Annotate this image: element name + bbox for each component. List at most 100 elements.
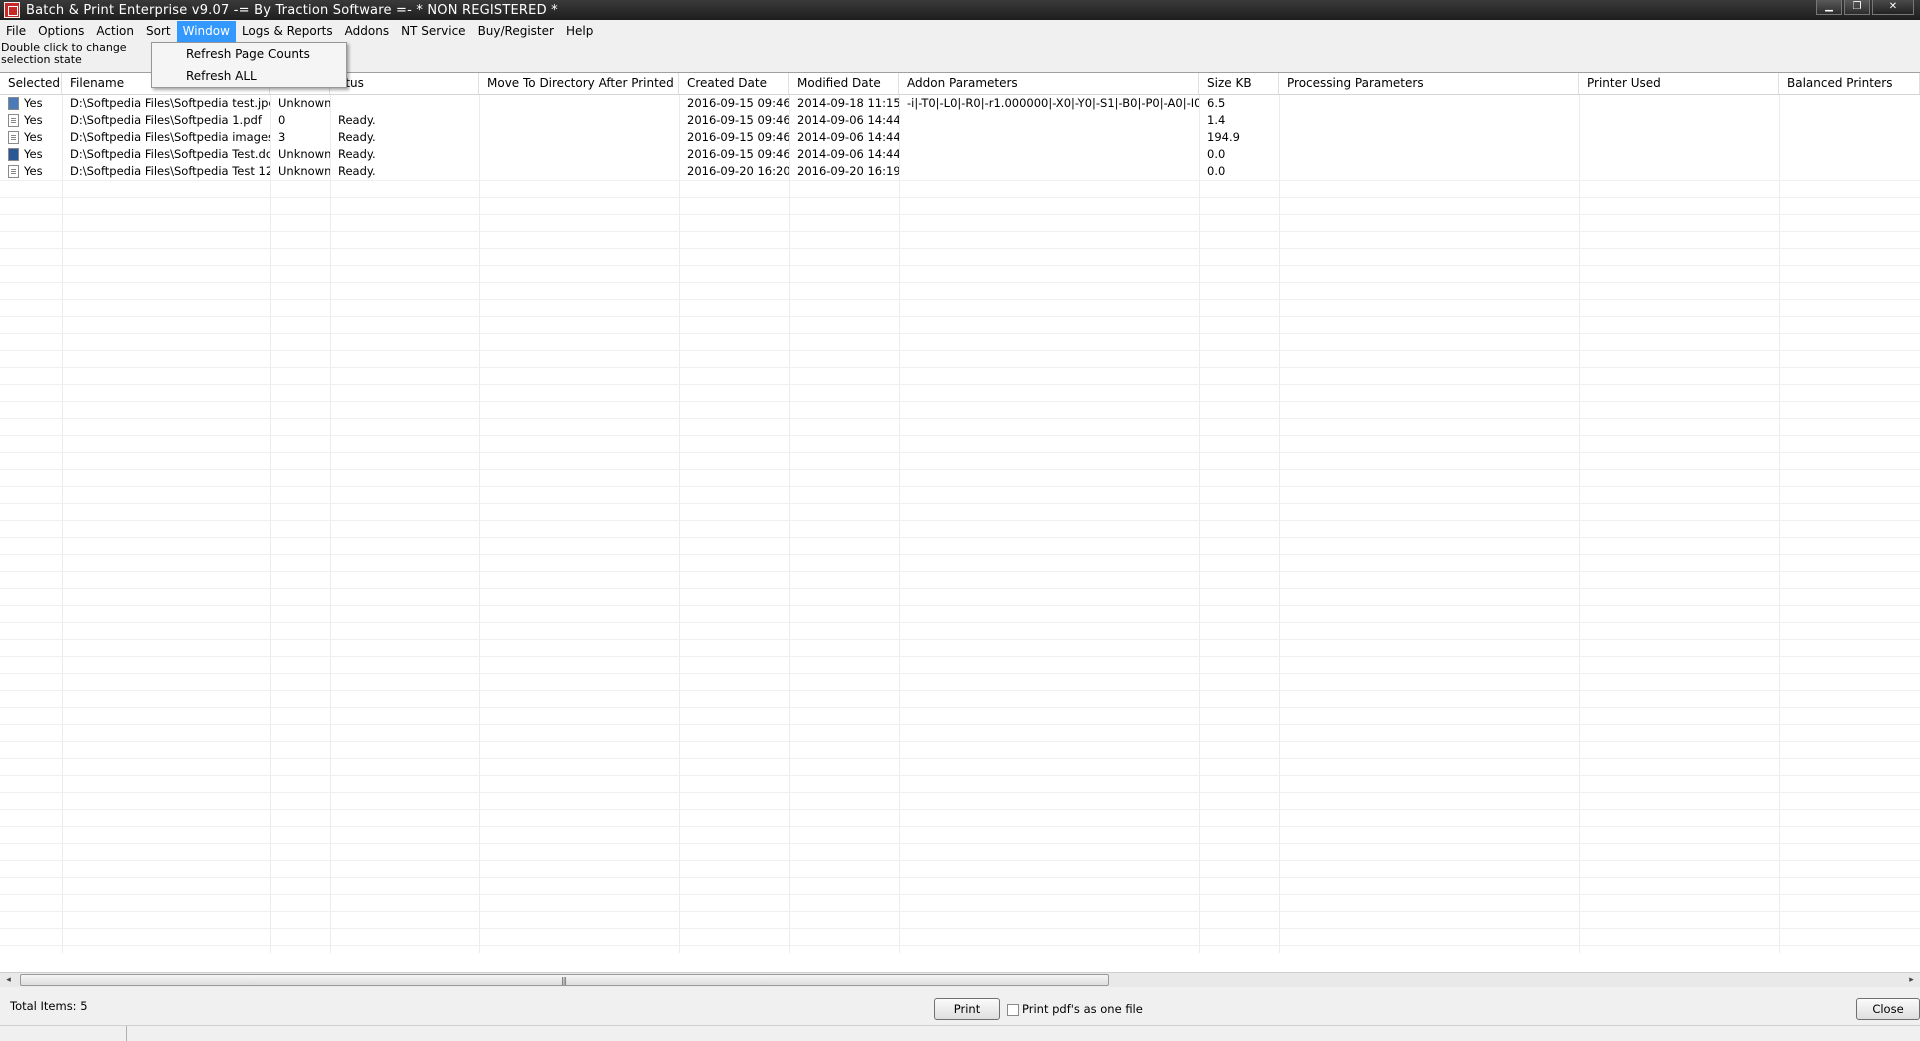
file-list-grid[interactable]: Selected Filename atus Move To Directory… xyxy=(0,72,1920,972)
cell-pages: Unknown xyxy=(278,96,330,110)
cell-modified-date: 2014-09-06 14:44:... xyxy=(797,147,899,161)
menu-addons[interactable]: Addons xyxy=(339,21,395,42)
column-divider xyxy=(330,95,331,953)
cell-modified-date: 2014-09-18 11:15:... xyxy=(797,96,899,110)
menu-sort[interactable]: Sort xyxy=(140,21,177,42)
window-title: Batch & Print Enterprise v9.07 -= By Tra… xyxy=(26,2,558,18)
cell-created-date: 2016-09-15 09:46:... xyxy=(687,147,789,161)
row-gridline xyxy=(0,452,1920,453)
row-gridline xyxy=(0,299,1920,300)
cell-filename: D:\Softpedia Files\Softpedia images.PDF xyxy=(70,130,270,144)
cell-addon-parameters: -i|-T0|-L0|-R0|-r1.000000|-X0|-Y0|-S1|-B… xyxy=(907,96,1199,110)
cell-addon-parameters xyxy=(899,112,1199,129)
cell-size-kb: 0.0 xyxy=(1207,147,1226,161)
cell-pages: Unknown xyxy=(278,147,330,161)
row-gridline xyxy=(0,724,1920,725)
column-selected[interactable]: Selected xyxy=(0,73,62,94)
menu-options[interactable]: Options xyxy=(32,21,90,42)
row-gridline xyxy=(0,367,1920,368)
scroll-thumb[interactable]: ||| xyxy=(20,974,1109,986)
cell-selected[interactable]: Yes xyxy=(16,95,62,112)
menu-buy-register[interactable]: Buy/Register xyxy=(472,21,560,42)
print-pdfs-one-file-label[interactable]: Print pdf's as one file xyxy=(1022,1002,1143,1016)
row-gridline xyxy=(0,265,1920,266)
column-divider xyxy=(1279,95,1280,953)
row-gridline xyxy=(0,418,1920,419)
status-bar xyxy=(0,1025,1920,1041)
row-gridline xyxy=(0,911,1920,912)
row-gridline xyxy=(0,894,1920,895)
cell-size-kb: 0.0 xyxy=(1207,164,1226,178)
column-printer-used[interactable]: Printer Used xyxy=(1579,73,1779,94)
row-gridline xyxy=(0,401,1920,402)
table-row[interactable]: Yes D:\Softpedia Files\Softpedia images.… xyxy=(0,129,1920,146)
column-move-to-directory[interactable]: Move To Directory After Printed xyxy=(479,73,679,94)
column-divider xyxy=(1199,95,1200,953)
menu-logs-reports[interactable]: Logs & Reports xyxy=(236,21,339,42)
row-gridline xyxy=(0,826,1920,827)
column-balanced-printers[interactable]: Balanced Printers xyxy=(1779,73,1920,94)
column-processing-parameters[interactable]: Processing Parameters xyxy=(1279,73,1579,94)
cell-modified-date: 2014-09-06 14:44:... xyxy=(797,113,899,127)
row-gridline xyxy=(0,928,1920,929)
maximize-button[interactable]: ❐ xyxy=(1844,0,1870,15)
row-gridline xyxy=(0,741,1920,742)
cell-selected[interactable]: Yes xyxy=(16,112,62,129)
row-gridline xyxy=(0,860,1920,861)
table-row[interactable]: Yes D:\Softpedia Files\Softpedia Test 12… xyxy=(0,163,1920,180)
menu-refresh-page-counts[interactable]: Refresh Page Counts xyxy=(152,43,346,65)
menu-file[interactable]: File xyxy=(0,21,32,42)
row-gridline xyxy=(0,945,1920,946)
cell-addon-parameters xyxy=(899,146,1199,163)
menu-window[interactable]: Window xyxy=(176,21,236,42)
row-gridline xyxy=(0,248,1920,249)
scroll-left-arrow[interactable]: ◂ xyxy=(0,973,17,988)
minimize-button[interactable]: ▁ xyxy=(1816,0,1842,15)
column-addon-parameters[interactable]: Addon Parameters xyxy=(899,73,1199,94)
column-created-date[interactable]: Created Date xyxy=(679,73,789,94)
row-gridline xyxy=(0,775,1920,776)
cell-filename: D:\Softpedia Files\Softpedia Test 123.tx… xyxy=(70,164,270,178)
table-row[interactable]: Yes D:\Softpedia Files\Softpedia test.jp… xyxy=(0,95,1920,112)
cell-pages: 3 xyxy=(278,130,286,144)
row-gridline xyxy=(0,758,1920,759)
grip-icon: ||| xyxy=(561,976,567,985)
row-gridline xyxy=(0,673,1920,674)
cell-pages: 0 xyxy=(278,113,286,127)
row-gridline xyxy=(0,197,1920,198)
cell-addon-parameters xyxy=(899,163,1199,180)
menu-help[interactable]: Help xyxy=(560,21,599,42)
cell-status: Ready. xyxy=(338,130,376,144)
cell-addon-parameters xyxy=(899,129,1199,146)
menu-nt-service[interactable]: NT Service xyxy=(395,21,471,42)
row-gridline xyxy=(0,554,1920,555)
cell-status xyxy=(330,95,479,112)
cell-created-date: 2016-09-15 09:46:... xyxy=(687,113,789,127)
row-gridline xyxy=(0,231,1920,232)
cell-filename: D:\Softpedia Files\Softpedia Test.doc xyxy=(70,147,270,161)
cell-selected[interactable]: Yes xyxy=(16,146,62,163)
print-pdfs-one-file-checkbox[interactable] xyxy=(1007,1004,1019,1016)
horizontal-scrollbar[interactable]: ◂ ||| ▸ xyxy=(0,972,1920,987)
column-size-kb[interactable]: Size KB xyxy=(1199,73,1279,94)
menu-refresh-all[interactable]: Refresh ALL xyxy=(152,65,346,87)
row-gridline xyxy=(0,384,1920,385)
hint-line-2: selection state xyxy=(1,53,82,66)
row-gridline xyxy=(0,503,1920,504)
close-button[interactable]: Close xyxy=(1856,998,1920,1020)
table-row[interactable]: Yes D:\Softpedia Files\Softpedia 1.pdf 0… xyxy=(0,112,1920,129)
column-status[interactable]: atus xyxy=(330,73,479,94)
table-row[interactable]: Yes D:\Softpedia Files\Softpedia Test.do… xyxy=(0,146,1920,163)
row-gridline xyxy=(0,520,1920,521)
column-modified-date[interactable]: Modified Date xyxy=(789,73,899,94)
row-gridline xyxy=(0,622,1920,623)
cell-selected[interactable]: Yes xyxy=(16,163,62,180)
scroll-right-arrow[interactable]: ▸ xyxy=(1903,973,1920,988)
close-window-button[interactable]: ✕ xyxy=(1872,0,1914,15)
column-divider xyxy=(899,95,900,953)
cell-selected[interactable]: Yes xyxy=(16,129,62,146)
menu-action[interactable]: Action xyxy=(90,21,140,42)
column-divider xyxy=(479,95,480,953)
cell-pages: Unknown xyxy=(278,164,330,178)
print-button[interactable]: Print xyxy=(934,998,1000,1020)
